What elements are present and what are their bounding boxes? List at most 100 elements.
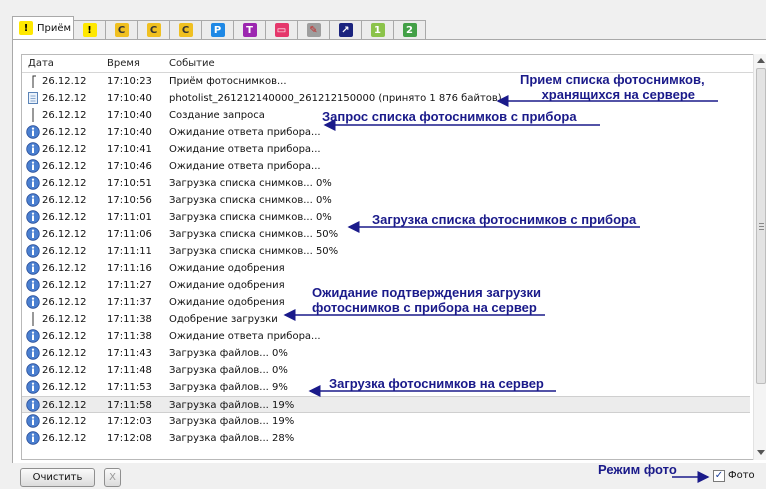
photo-mode-checkbox[interactable]: ✓ (713, 470, 725, 482)
scroll-up-arrow-icon[interactable] (757, 58, 765, 63)
cell-event: Загрузка файлов... 19% (169, 400, 295, 411)
log-panel: Дата Время Событие 26.12.12 17:10:23 Приём… (12, 39, 766, 463)
cell-date: 26.12.12 (42, 400, 87, 411)
c-icon: C (178, 23, 193, 37)
cell-time: 17:11:38 (107, 314, 152, 325)
tab-5[interactable]: C (169, 20, 202, 39)
cell-date: 26.12.12 (42, 144, 87, 155)
scroll-thumb[interactable] (756, 68, 766, 384)
cell-time: 17:10:40 (107, 127, 152, 138)
cell-event: Ожидание ответа прибора... (169, 127, 321, 138)
info-icon (26, 380, 40, 394)
cell-date: 26.12.12 (42, 229, 87, 240)
gamepad-icon: ▭ (274, 23, 289, 37)
table-row[interactable]: 26.12.12 17:10:56 Загрузка списка снимков.… (22, 192, 750, 209)
list-header: Дата Время Событие (22, 55, 754, 73)
cell-time: 17:11:37 (107, 297, 152, 308)
cell-date: 26.12.12 (42, 416, 87, 427)
cell-time: 17:10:40 (107, 110, 152, 121)
cell-date: 26.12.12 (42, 212, 87, 223)
vertical-scrollbar[interactable] (753, 54, 766, 460)
cell-time: 17:11:11 (107, 246, 152, 257)
column-time-header[interactable]: Время (107, 58, 140, 69)
photo-mode-label: Фото (728, 470, 755, 481)
info-icon (26, 398, 40, 412)
column-event-header[interactable]: Событие (169, 58, 215, 69)
cell-date: 26.12.12 (42, 263, 87, 274)
info-icon (26, 159, 40, 173)
column-date-header[interactable]: Дата (28, 58, 54, 69)
tab-7[interactable]: T (233, 20, 266, 39)
info-icon (26, 346, 40, 360)
annotation-photo-mode: Режим фото (598, 462, 677, 477)
cell-time: 17:10:41 (107, 144, 152, 155)
tree-line-icon (26, 108, 40, 122)
clear-button[interactable]: Очистить (20, 468, 95, 487)
tab-1[interactable]: ! Приём (12, 16, 74, 39)
annotation-server-list: Прием списка фотоснимков, хранящихся на … (520, 72, 705, 102)
table-row[interactable]: 26.12.12 17:10:46 Ожидание ответа прибора.… (22, 158, 750, 175)
tab-10[interactable]: ↗ (329, 20, 362, 39)
table-row[interactable]: 26.12.12 17:11:06 Загрузка списка снимков.… (22, 226, 750, 243)
cell-date: 26.12.12 (42, 195, 87, 206)
cell-date: 26.12.12 (42, 280, 87, 291)
exclamation-icon: ! (19, 21, 33, 35)
scroll-down-arrow-icon[interactable] (757, 450, 765, 455)
tab-12[interactable]: 2 (393, 20, 426, 39)
info-icon (26, 295, 40, 309)
cell-time: 17:11:38 (107, 331, 152, 342)
cell-date: 26.12.12 (42, 178, 87, 189)
annotation-request-list: Запрос списка фотоснимков с прибора (322, 109, 577, 124)
cell-event: Загрузка списка снимков... 0% (169, 195, 332, 206)
info-icon (26, 414, 40, 428)
cell-time: 17:11:16 (107, 263, 152, 274)
table-row[interactable]: 26.12.12 17:12:08 Загрузка файлов... 28% (22, 430, 750, 447)
exclamation-icon: ! (82, 23, 97, 37)
tab-6[interactable]: P (201, 20, 234, 39)
table-row[interactable]: 26.12.12 17:10:41 Ожидание ответа прибора.… (22, 141, 750, 158)
annotation-await-approval: Ожидание подтверждения загрузки фотосним… (312, 285, 542, 315)
info-icon (26, 227, 40, 241)
table-row[interactable]: 26.12.12 17:11:58 Загрузка файлов... 19% (22, 396, 750, 413)
cell-date: 26.12.12 (42, 365, 87, 376)
tab-bar: ! Приём! C C C P T ▭ ✎ ↗ 1 2 (12, 15, 426, 39)
cell-event: Ожидание одобрения (169, 280, 285, 291)
cell-date: 26.12.12 (42, 382, 87, 393)
info-icon (26, 125, 40, 139)
table-row[interactable]: 26.12.12 17:11:11 Загрузка списка снимков.… (22, 243, 750, 260)
table-row[interactable]: 26.12.12 17:12:03 Загрузка файлов... 19% (22, 413, 750, 430)
cell-event: Ожидание одобрения (169, 263, 285, 274)
cell-event: Ожидание одобрения (169, 297, 285, 308)
c-icon: C (146, 23, 161, 37)
info-icon (26, 210, 40, 224)
cell-time: 17:11:06 (107, 229, 152, 240)
cell-event: Загрузка списка снимков... 0% (169, 178, 332, 189)
tab-4[interactable]: C (137, 20, 170, 39)
one-icon: 1 (370, 23, 385, 37)
table-row[interactable]: 26.12.12 17:10:51 Загрузка списка снимков.… (22, 175, 750, 192)
info-icon (26, 261, 40, 275)
cell-date: 26.12.12 (42, 433, 87, 444)
tab-8[interactable]: ▭ (265, 20, 298, 39)
table-row[interactable]: 26.12.12 17:11:38 Ожидание ответа прибора.… (22, 328, 750, 345)
cell-event: Загрузка списка снимков... 50% (169, 229, 339, 240)
tab-11[interactable]: 1 (361, 20, 394, 39)
table-row[interactable]: 26.12.12 17:10:40 Ожидание ответа прибора.… (22, 124, 750, 141)
group-start-icon (26, 74, 40, 88)
tab-label: Приём (37, 22, 72, 34)
document-icon (26, 91, 40, 105)
cell-time: 17:11:43 (107, 348, 152, 359)
cell-event: Загрузка файлов... 0% (169, 365, 288, 376)
tab-9[interactable]: ✎ (297, 20, 330, 39)
tab-3[interactable]: C (105, 20, 138, 39)
cell-time: 17:10:56 (107, 195, 152, 206)
cell-event: Загрузка файлов... 28% (169, 433, 295, 444)
chart-icon: ↗ (338, 23, 353, 37)
cell-event: Загрузка файлов... 9% (169, 382, 288, 393)
table-row[interactable]: 26.12.12 17:11:16 Ожидание одобрения (22, 260, 750, 277)
cell-date: 26.12.12 (42, 331, 87, 342)
cell-time: 17:11:27 (107, 280, 152, 291)
tab-2[interactable]: ! (73, 20, 106, 39)
x-button[interactable]: X (104, 468, 121, 487)
table-row[interactable]: 26.12.12 17:11:43 Загрузка файлов... 0% (22, 345, 750, 362)
